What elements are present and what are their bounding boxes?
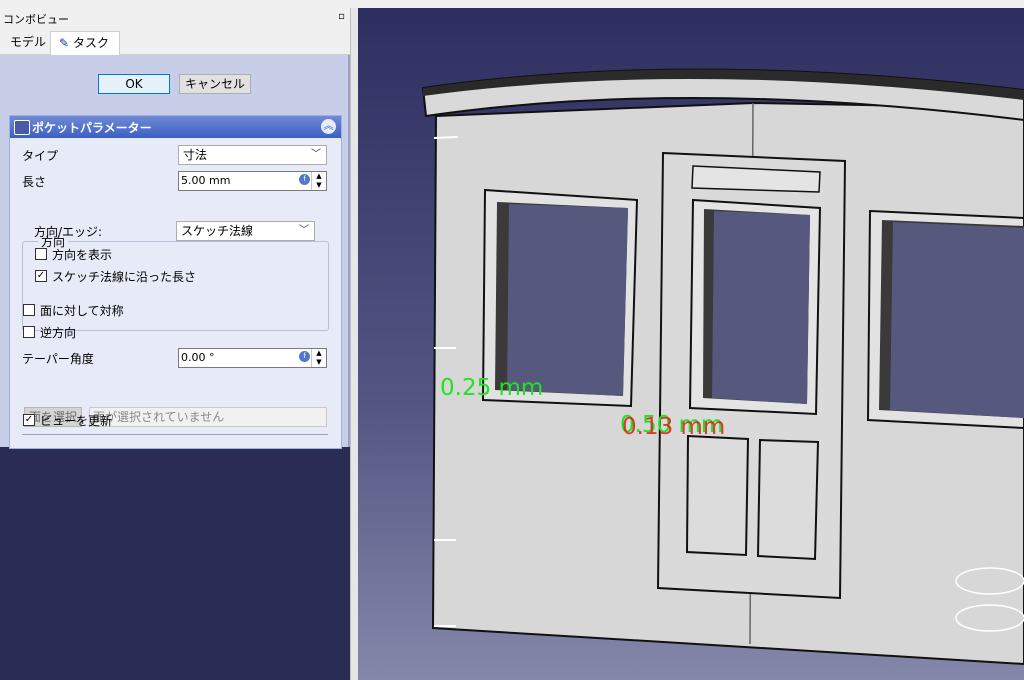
right-window-glass	[890, 222, 1024, 418]
combo-view-title: コンボビュー	[3, 13, 69, 26]
tab-task[interactable]: ✎ タスク	[50, 31, 120, 55]
type-select-value: 寸法	[183, 148, 208, 162]
pocket-parameters-panel: ポケットパラメーター ︽ タイプ 寸法 ﹀ 長さ 5.00 mm f ▲ ▼ 方…	[9, 115, 342, 449]
symmetric-checkbox[interactable]	[23, 304, 35, 316]
taper-angle-stepper[interactable]: ▲ ▼	[311, 349, 326, 367]
pocket-parameters-body: タイプ 寸法 ﹀ 長さ 5.00 mm f ▲ ▼ 方向 方向/エッジ: スケッ…	[10, 138, 341, 448]
selected-face-field: 面が選択されていません	[89, 407, 327, 427]
direction-edge-select[interactable]: スケッチ法線 ﹀	[176, 221, 315, 241]
taper-angle-value: 0.00 °	[181, 351, 215, 364]
type-label: タイプ	[22, 149, 59, 163]
pencil-icon: ✎	[59, 36, 70, 50]
3d-view[interactable]: 0.25 mm 0.50 mm 0.13 mm	[358, 8, 1024, 680]
direction-edge-label: 方向/エッジ:	[34, 225, 103, 239]
undock-icon[interactable]: ▫	[336, 11, 347, 22]
chevron-up-icon[interactable]: ︽	[321, 119, 336, 134]
ok-button[interactable]: OK	[98, 74, 170, 94]
along-normal-checkbox[interactable]: ✓	[35, 270, 47, 282]
update-view-label: ビューを更新	[40, 414, 113, 428]
expression-icon[interactable]: f	[299, 351, 310, 362]
show-direction-checkbox[interactable]	[35, 248, 47, 260]
tab-model-label: モデル	[10, 35, 47, 49]
combo-tab-strip: モデル ✎ タスク	[0, 28, 350, 55]
left-window-glass	[507, 204, 628, 396]
expression-icon[interactable]: f	[299, 174, 310, 185]
tab-model[interactable]: モデル	[2, 31, 54, 53]
pocket-parameters-title: ポケットパラメーター	[32, 121, 152, 135]
reversed-checkbox[interactable]	[23, 326, 35, 338]
chevron-down-icon: ﹀	[299, 225, 309, 236]
update-view-checkbox[interactable]: ✓	[23, 414, 35, 426]
task-panel: OK キャンセル ポケットパラメーター ︽ タイプ 寸法 ﹀ 長さ 5.00 m…	[0, 55, 350, 680]
edge-marker	[433, 136, 459, 139]
pocket-parameters-header[interactable]: ポケットパラメーター ︽	[10, 116, 341, 138]
door-panel-right	[756, 438, 820, 561]
length-input-value: 5.00 mm	[181, 174, 231, 187]
along-normal-label: スケッチ法線に沿った長さ	[52, 270, 197, 284]
direction-edge-value: スケッチ法線	[181, 224, 254, 238]
separator	[22, 434, 328, 435]
pocket-icon	[14, 120, 30, 135]
combo-view: コンボビュー ▫ モデル ✎ タスク OK キャンセル ポケットパラメーター ︽ …	[0, 8, 350, 680]
taper-angle-input[interactable]: 0.00 ° f ▲ ▼	[178, 348, 327, 368]
dimension-label[interactable]: 0.25 mm	[440, 375, 543, 401]
type-select[interactable]: 寸法 ﹀	[178, 145, 327, 165]
combo-view-titlebar: コンボビュー ▫	[0, 8, 350, 29]
door-panel-left	[685, 434, 750, 557]
length-stepper[interactable]: ▲ ▼	[311, 172, 326, 190]
length-input[interactable]: 5.00 mm f ▲ ▼	[178, 171, 327, 191]
chevron-down-icon: ﹀	[311, 149, 321, 160]
taper-angle-label: テーパー角度	[22, 352, 94, 366]
tab-task-label: タスク	[73, 36, 110, 50]
door-window-glass	[712, 211, 810, 404]
cancel-button[interactable]: キャンセル	[179, 74, 251, 94]
show-direction-label: 方向を表示	[52, 248, 113, 262]
3d-model	[421, 68, 1024, 666]
symmetric-label: 面に対して対称	[40, 304, 124, 318]
length-label: 長さ	[22, 175, 47, 189]
task-panel-content: OK キャンセル ポケットパラメーター ︽ タイプ 寸法 ﹀ 長さ 5.00 m…	[0, 55, 350, 449]
dimension-label[interactable]: 0.13 mm	[622, 414, 725, 440]
reversed-label: 逆方向	[40, 326, 77, 340]
